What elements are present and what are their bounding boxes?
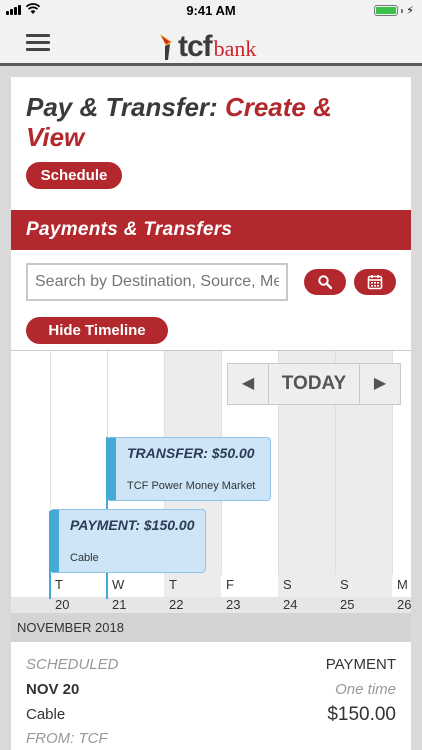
page-title-prefix: Pay & Transfer: <box>26 92 225 122</box>
day-number: 20 <box>55 597 70 612</box>
main-card: Pay & Transfer: Create & View Schedule P… <box>11 77 411 750</box>
transaction-payee: Cable <box>26 706 66 723</box>
day-number: 25 <box>340 597 355 612</box>
clock: 9:41 AM <box>186 3 236 18</box>
hide-timeline-button[interactable]: Hide Timeline <box>26 317 168 344</box>
transaction-frequency: One time <box>335 681 396 698</box>
hamburger-icon[interactable] <box>26 34 50 52</box>
timeline-nav: ◀ TODAY ▶ <box>227 363 401 405</box>
day-number: 26 <box>397 597 411 612</box>
app-header: tcf bank <box>0 20 422 66</box>
chevron-right-icon[interactable]: ▶ <box>360 364 400 404</box>
day-letter: F <box>226 577 234 592</box>
day-letter: T <box>169 577 177 592</box>
status-bar: 9:41 AM ⚡ <box>0 0 422 20</box>
day-number: 21 <box>112 597 127 612</box>
day-number: 24 <box>283 597 298 612</box>
transaction-type: PAYMENT <box>325 656 396 673</box>
calendar-button[interactable] <box>354 269 396 295</box>
logo-text: tcf <box>178 30 213 63</box>
event-subtitle: TCF Power Money Market <box>127 480 256 492</box>
tcf-logo-mark <box>160 34 172 60</box>
transaction-status: SCHEDULED <box>26 656 119 673</box>
day-letter: T <box>55 577 63 592</box>
transaction-detail[interactable]: SCHEDULED PAYMENT NOV 20 One time Cable … <box>11 642 411 750</box>
battery-icon: ⚡ <box>374 4 414 17</box>
event-title: TRANSFER: $50.00 <box>127 445 255 461</box>
event-subtitle: Cable <box>70 552 99 564</box>
charging-icon: ⚡ <box>406 5 414 17</box>
month-label: NOVEMBER 2018 <box>11 613 411 643</box>
payment-event[interactable]: PAYMENT: $150.00 Cable <box>50 509 206 573</box>
day-letter: M <box>397 577 408 592</box>
day-letter: W <box>112 577 125 592</box>
transaction-amount: $150.00 <box>327 704 396 725</box>
day-letter: S <box>340 577 349 592</box>
day-number: 22 <box>169 597 184 612</box>
search-button[interactable] <box>304 269 346 295</box>
transaction-source: FROM: TCF <box>26 730 108 747</box>
timeline[interactable]: T W T F S S M 20 21 22 23 24 25 26 ◀ TOD… <box>11 350 411 643</box>
schedule-button[interactable]: Schedule <box>26 162 122 189</box>
logo-suffix: bank <box>213 36 257 61</box>
today-button[interactable]: TODAY <box>268 364 360 404</box>
page-title: Pay & Transfer: Create & View <box>26 92 396 152</box>
day-letter: S <box>283 577 292 592</box>
calendar-icon <box>367 275 383 290</box>
transaction-date: NOV 20 <box>26 681 80 698</box>
day-number: 23 <box>226 597 241 612</box>
tcf-logo: tcf bank <box>158 22 256 62</box>
section-header: Payments & Transfers <box>11 210 411 250</box>
event-title: PAYMENT: $150.00 <box>70 517 195 533</box>
search-input[interactable] <box>26 263 288 301</box>
search-icon <box>318 275 333 290</box>
chevron-left-icon[interactable]: ◀ <box>228 364 268 404</box>
transfer-event[interactable]: TRANSFER: $50.00 TCF Power Money Market <box>107 437 271 501</box>
